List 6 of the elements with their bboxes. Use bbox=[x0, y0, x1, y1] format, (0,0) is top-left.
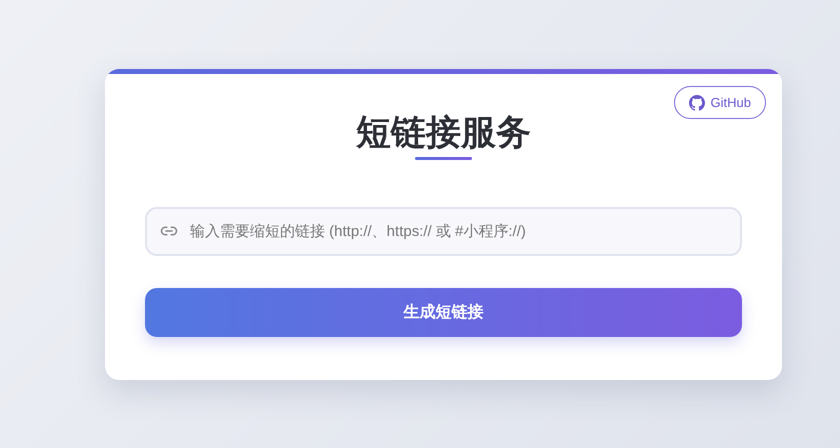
page-title: 短链接服务 bbox=[354, 112, 532, 154]
github-button[interactable]: GitHub bbox=[674, 86, 766, 119]
github-icon bbox=[688, 94, 705, 110]
title-underline bbox=[415, 157, 472, 160]
url-input-field[interactable]: 输入需要缩短的链接 (http://、https:// 或 #小程序://) bbox=[145, 207, 742, 256]
generate-button[interactable]: 生成短链接 bbox=[145, 288, 742, 337]
